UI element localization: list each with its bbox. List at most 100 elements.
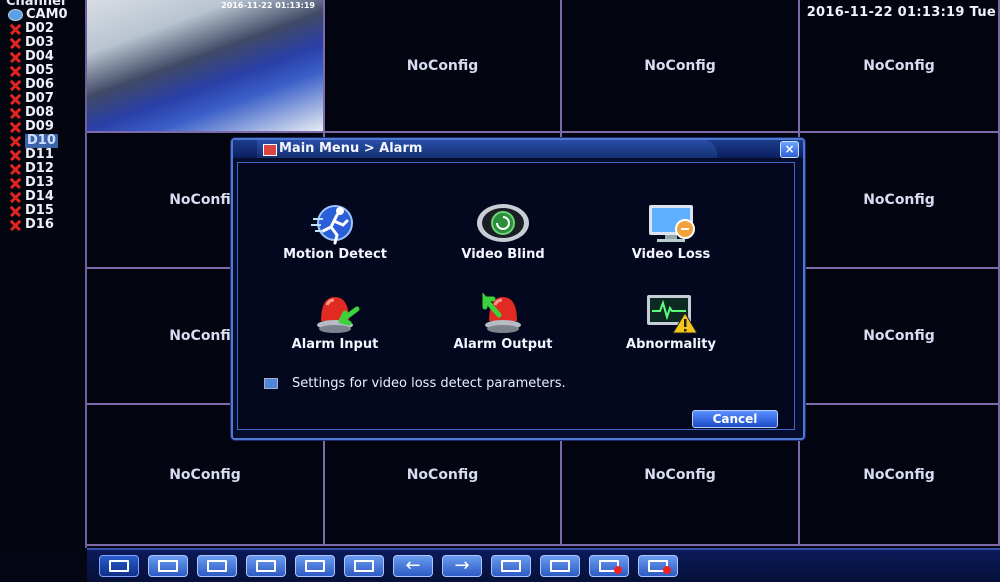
dialog-body: Motion Detect Video Blind Video Loss Ala… [237, 162, 795, 430]
alarm-output-item[interactable]: Alarm Output [428, 291, 578, 352]
playback-icon [501, 560, 521, 572]
alarm-input-item[interactable]: Alarm Input [260, 291, 410, 352]
channel-label: D09 [25, 119, 54, 134]
video-cell[interactable]: NoConfig [562, 0, 800, 133]
no-signal-icon [8, 218, 23, 232]
camera-icon [8, 9, 23, 21]
layout-4-icon [158, 560, 178, 572]
layout-1-button[interactable] [99, 555, 139, 577]
channel-label: CAM0 [26, 7, 68, 22]
channel-label: D02 [25, 21, 54, 36]
fullscreen-button[interactable] [344, 555, 384, 577]
tour-icon [550, 560, 570, 572]
layout-9-button[interactable] [246, 555, 286, 577]
channel-item-d14[interactable]: D14 [8, 190, 68, 204]
cancel-button[interactable]: Cancel [692, 410, 778, 428]
no-signal-icon [8, 78, 23, 92]
channel-label: D15 [25, 203, 54, 218]
channel-label: D04 [25, 49, 54, 64]
channel-item-d03[interactable]: D03 [8, 36, 68, 50]
no-signal-icon [8, 106, 23, 120]
channel-item-cam0[interactable]: CAM0 [8, 8, 68, 22]
hint-text: Settings for video loss detect parameter… [264, 376, 566, 391]
channel-label: D10 [25, 133, 58, 148]
channel-label: D13 [25, 175, 54, 190]
alarm-input-label: Alarm Input [291, 337, 379, 352]
video-loss-label: Video Loss [631, 247, 711, 262]
channel-item-d07[interactable]: D07 [8, 92, 68, 106]
noconfig-label: NoConfig [644, 57, 716, 74]
layout-8-icon [207, 560, 227, 572]
no-signal-icon [8, 204, 23, 218]
next-arrow-button[interactable]: → [442, 555, 482, 577]
channel-item-d16[interactable]: D16 [8, 218, 68, 232]
alarm-light-in-icon [307, 291, 363, 335]
channel-item-d04[interactable]: D04 [8, 50, 68, 64]
video-cell[interactable]: NoConfig [800, 269, 1000, 405]
channel-list: CAM0 D02 D03 D04 D05 D06 D07 D08 D09 D10 D11 D12 D13… [8, 8, 68, 232]
channel-label: D06 [25, 77, 54, 92]
layout-8-button[interactable] [197, 555, 237, 577]
no-signal-icon [8, 92, 23, 106]
channel-item-d10[interactable]: D10 [8, 134, 68, 148]
no-signal-icon [8, 64, 23, 78]
noconfig-label: NoConfig [863, 328, 935, 344]
record-button[interactable] [589, 555, 629, 577]
noconfig-label: NoConfig [406, 57, 479, 74]
datetime-display: 2016-11-22 01:13:19 Tue [806, 5, 996, 20]
prev-arrow-button[interactable]: ← [393, 555, 433, 577]
no-signal-icon [8, 148, 23, 162]
menu-icon [263, 144, 277, 156]
abnormality-label: Abnormality [626, 337, 716, 352]
channel-label: D05 [25, 63, 54, 78]
no-signal-icon [8, 162, 23, 176]
channel-label: D03 [25, 35, 54, 50]
channel-item-d13[interactable]: D13 [8, 176, 68, 190]
tour-button[interactable] [540, 555, 580, 577]
stop-record-button[interactable] [638, 555, 678, 577]
channel-item-d09[interactable]: D09 [8, 120, 68, 134]
channel-item-d11[interactable]: D11 [8, 148, 68, 162]
abnormality-item[interactable]: Abnormality [596, 291, 746, 352]
close-button[interactable]: × [780, 141, 799, 158]
bottom-toolbar: ← → [87, 548, 1000, 582]
noconfig-label: NoConfig [406, 466, 479, 483]
monitor-loss-icon [643, 201, 699, 245]
no-signal-icon [8, 120, 23, 134]
alarm-output-label: Alarm Output [453, 337, 553, 352]
no-signal-icon [8, 36, 23, 50]
info-icon [264, 378, 278, 389]
running-man-icon [307, 201, 363, 245]
channel-label: D12 [25, 161, 54, 176]
noconfig-label: NoConfig [169, 466, 241, 483]
noconfig-label: NoConfig [644, 466, 716, 483]
channel-item-d08[interactable]: D08 [8, 106, 68, 120]
motion-detect-item[interactable]: Motion Detect [260, 201, 410, 262]
channel-item-d12[interactable]: D12 [8, 162, 68, 176]
motion-detect-label: Motion Detect [283, 247, 387, 262]
record-dot-icon [614, 566, 622, 574]
alarm-light-out-icon [475, 291, 531, 335]
noconfig-label: NoConfig [863, 57, 935, 74]
video-cell[interactable]: NoConfig [325, 0, 562, 133]
channel-item-d02[interactable]: D02 [8, 22, 68, 36]
monitor-warning-icon [643, 291, 699, 335]
layout-1-icon [109, 560, 129, 572]
playback-button[interactable] [491, 555, 531, 577]
channel-item-d06[interactable]: D06 [8, 78, 68, 92]
video-blind-item[interactable]: Video Blind [428, 201, 578, 262]
no-signal-icon [8, 176, 23, 190]
channel-item-d05[interactable]: D05 [8, 64, 68, 78]
fullscreen-icon [354, 560, 374, 572]
video-cell[interactable]: NoConfig [800, 405, 1000, 546]
video-cell[interactable]: NoConfig [800, 133, 1000, 269]
camera-view[interactable]: 2016-11-22 01:13:19 [87, 0, 325, 133]
prev-arrow-icon: ← [405, 555, 421, 576]
channel-item-d15[interactable]: D15 [8, 204, 68, 218]
layout-9-icon [256, 560, 276, 572]
layout-16-button[interactable] [295, 555, 335, 577]
video-loss-item[interactable]: Video Loss [596, 201, 746, 262]
channel-label: D08 [25, 105, 54, 120]
layout-4-button[interactable] [148, 555, 188, 577]
dialog-title: Main Menu > Alarm [279, 141, 423, 156]
